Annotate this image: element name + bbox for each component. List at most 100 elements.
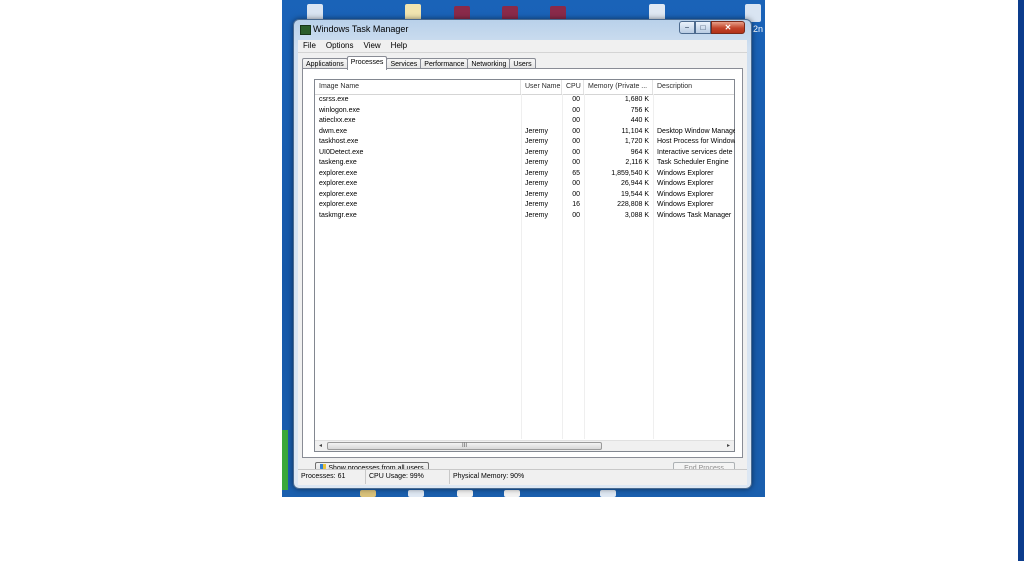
cell-memory: 440 K [630,117,649,124]
cell-user-name [525,95,561,106]
cell-image-name: taskhost.exe [319,138,359,145]
process-row[interactable]: UI0Detect.exe Jeremy 00 964 K Interactive se… [315,148,734,159]
column-header-description[interactable]: Description [653,80,736,94]
minimize-button[interactable]: − [679,21,695,34]
cell-description: Windows Explorer [657,169,714,177]
process-row[interactable]: explorer.exe Jeremy 00 26,944 K Windows Expl… [315,179,734,190]
menu-file[interactable]: File [298,40,321,52]
status-bar: Processes: 61 CPU Usage: 99% Physical Me… [298,469,747,484]
cell-image-name: taskeng.exe [319,159,357,166]
cell-cpu: 00 [572,190,580,198]
caption-buttons: − □ ✕ [679,21,745,34]
cell-image-name: explorer.exe [319,180,358,187]
cell-memory: 2,116 K [625,159,649,166]
menu-help[interactable]: Help [386,40,412,52]
cell-description: Desktop Window Manager [657,127,735,135]
maximize-button[interactable]: □ [695,21,711,34]
cell-cpu: 00 [572,127,580,135]
cell-user-name: Jeremy [525,169,548,177]
process-list-header: Image Name User Name CPU Memory (Private… [315,80,734,95]
screen-edge-bar [1018,0,1024,561]
status-physical-memory: Physical Memory: 90% [453,473,525,480]
cell-description: Task Scheduler Engine [657,159,729,166]
cell-description: Interactive services dete [657,148,733,156]
cell-user-name: Jeremy [525,190,548,198]
process-row[interactable]: explorer.exe Jeremy 16 228,808 K Windows Exp… [315,200,734,211]
menu-view[interactable]: View [358,40,385,52]
process-row[interactable]: atieclxx.exe 00 440 K [315,116,734,127]
desktop-document-icon[interactable] [504,490,520,497]
cell-image-name: winlogon.exe [319,106,360,114]
column-header-image-name[interactable]: Image Name [315,80,521,94]
tab-processes[interactable]: Processes [346,56,388,70]
cell-description: Windows Task Manager [657,211,732,219]
cell-image-name: atieclxx.exe [319,117,356,124]
close-button[interactable]: ✕ [711,21,745,34]
menu-bar: File Options View Help [298,40,747,53]
desktop-shortcut-icon[interactable] [408,490,424,497]
cell-user-name: Jeremy [525,159,548,166]
column-header-cpu[interactable]: CPU [562,80,584,94]
cell-cpu: 16 [572,201,580,208]
cell-user-name: Jeremy [525,201,548,208]
desktop-library-icon[interactable] [600,490,616,497]
cell-memory: 26,944 K [620,180,649,187]
cell-memory: 1,680 K [624,96,649,103]
cell-memory: 19,544 K [620,190,649,198]
cell-image-name: taskmgr.exe [319,211,357,219]
process-row[interactable]: taskhost.exe Jeremy 00 1,720 K Host Process … [315,137,735,148]
cell-image-name: explorer.exe [319,190,358,198]
window-title: Windows Task Manager [313,24,409,34]
desktop-icon-label: 2n [753,24,764,34]
column-header-memory[interactable]: Memory (Private ... [584,80,653,94]
process-list[interactable]: Image Name User Name CPU Memory (Private… [314,79,735,452]
process-row[interactable]: explorer.exe Jeremy 65 1,859,540 K Windows E… [315,169,734,180]
column-header-user-name[interactable]: User Name [521,80,562,94]
process-row[interactable]: dwm.exe Jeremy 00 11,104 K Desktop Window Ma… [315,127,735,138]
cell-description [657,95,735,106]
cell-memory: 228,808 K [617,201,649,208]
cell-image-name: explorer.exe [319,169,358,177]
cell-image-name: csrss.exe [319,96,349,103]
cell-description: Windows Explorer [657,180,714,187]
desktop-shortcut-icon[interactable] [360,490,376,497]
cell-user-name: Jeremy [525,127,548,135]
cell-cpu: 00 [572,159,580,166]
process-rows: csrss.exe 00 1,680 K winlogon.exe 00 756 K ati… [315,95,735,222]
processes-panel: Image Name User Name CPU Memory (Private… [302,68,743,458]
cell-memory: 1,859,540 K [611,169,649,177]
cell-cpu: 00 [572,117,580,124]
cell-memory: 11,104 K [621,127,649,135]
process-row[interactable]: winlogon.exe 00 756 K [315,106,734,117]
cell-user-name: Jeremy [525,138,548,145]
cell-cpu: 00 [572,180,580,187]
scroll-left-arrow-icon[interactable]: ◂ [315,441,326,451]
process-row[interactable]: taskmgr.exe Jeremy 00 3,088 K Windows Task M… [315,211,734,222]
scroll-thumb[interactable]: III [327,442,602,450]
scroll-right-arrow-icon[interactable]: ▸ [723,441,734,451]
desktop-edge-decoration [282,430,288,490]
title-bar[interactable]: Windows Task Manager − □ ✕ [294,20,751,40]
cell-cpu: 00 [572,138,580,145]
task-manager-app-icon [300,25,311,35]
status-cpu-usage: CPU Usage: 99% [366,470,450,484]
menu-options[interactable]: Options [321,40,359,52]
cell-memory: 964 K [630,148,649,156]
cell-description [657,116,735,127]
cell-description: Windows Explorer [657,201,714,208]
status-processes: Processes: 61 [298,470,366,484]
cell-description [657,106,735,117]
process-row[interactable]: csrss.exe 00 1,680 K [315,95,734,106]
cell-memory: 3,088 K [624,211,649,219]
process-row[interactable]: explorer.exe Jeremy 00 19,544 K Windows Expl… [315,190,734,201]
cell-description: Windows Explorer [657,190,714,198]
horizontal-scrollbar[interactable]: ◂ III ▸ [315,440,734,451]
cell-image-name: UI0Detect.exe [319,148,364,156]
cell-memory: 756 K [630,106,649,114]
cell-cpu: 00 [572,211,580,219]
cell-image-name: explorer.exe [319,201,358,208]
cell-cpu: 00 [572,148,580,156]
desktop-document-icon[interactable] [457,490,473,497]
process-row[interactable]: taskeng.exe Jeremy 00 2,116 K Task Scheduler… [315,158,734,169]
task-manager-window: Windows Task Manager − □ ✕ File Options … [293,19,752,489]
